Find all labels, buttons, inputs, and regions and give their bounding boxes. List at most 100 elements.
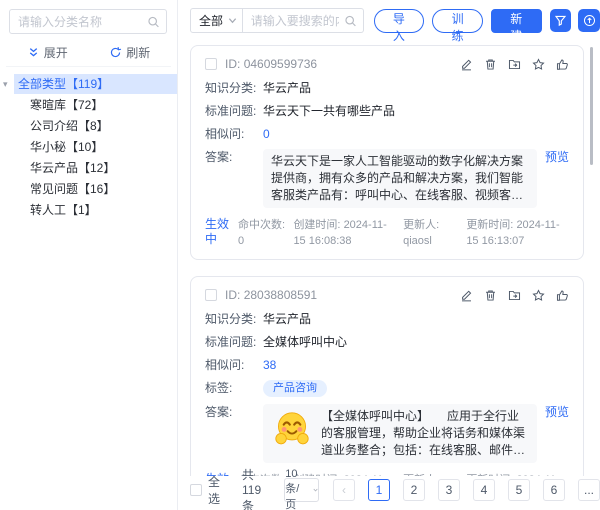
- id-label: ID:: [225, 57, 240, 71]
- hit-count: 命中次数: 0: [238, 217, 286, 249]
- category-value: 华云产品: [263, 80, 311, 96]
- category-sidebar: 展开 刷新 ▾全部类型【119】寒暄库【72】公司介绍【8】华小秘【10】华云产…: [0, 0, 178, 510]
- pagination-bar: 全选 共 119 条 10条/页 ‹123456...: [190, 477, 600, 503]
- answer-box: 华云天下是一家人工智能驱动的数字化解决方案提供商，拥有众多的产品和解决方案，我们…: [263, 149, 537, 208]
- id-label: ID:: [225, 288, 240, 302]
- chevron-down-icon: [228, 16, 237, 25]
- train-button[interactable]: 训练: [432, 9, 483, 33]
- knowledge-card: ID: 28038808591 知识分类:华云产品 标准问题:全媒体呼叫中心 相…: [190, 276, 584, 476]
- thumbs-up-icon[interactable]: [556, 289, 569, 302]
- knowledge-card: ID: 04609599736 知识分类:华云产品 标准问题:华云天下一共有哪些…: [190, 45, 584, 260]
- similar-label: 相似问:: [205, 357, 263, 373]
- main-toolbar: 全部 导入 训练 新建: [190, 8, 600, 33]
- refresh-label: 刷新: [126, 44, 150, 61]
- delete-icon[interactable]: [484, 289, 497, 302]
- prev-page-button[interactable]: ‹: [333, 479, 355, 501]
- thumbs-up-icon[interactable]: [556, 58, 569, 71]
- pager: ‹ 123456...: [333, 479, 600, 501]
- content-search: [243, 8, 364, 33]
- import-button[interactable]: 导入: [374, 9, 425, 33]
- create-button[interactable]: 新建: [491, 9, 542, 33]
- scrollbar-thumb[interactable]: [590, 47, 593, 165]
- answer-box: 【全媒体呼叫中心】 应用于全行业的客服管理，帮助企业将话务和媒体渠道业务整合；包…: [263, 404, 537, 463]
- chevron-down-icon: [313, 486, 318, 494]
- tag-label: 标签:: [205, 380, 263, 397]
- preview-link[interactable]: 预览: [545, 404, 569, 420]
- card-id: 28038808591: [244, 288, 317, 302]
- category-tree: ▾全部类型【119】寒暄库【72】公司介绍【8】华小秘【10】华云产品【12】常…: [0, 67, 177, 220]
- upload-circle-icon: [583, 14, 596, 27]
- updated-time: 更新时间: 2024-11-14 17:37:17: [466, 472, 569, 476]
- hug-emoji: [271, 408, 313, 450]
- sidebar-category-item[interactable]: 寒暄库【72】: [14, 95, 177, 115]
- sidebar-category-item[interactable]: 转人工【1】: [14, 200, 177, 220]
- more-pages-button[interactable]: ...: [578, 479, 600, 501]
- star-icon[interactable]: [532, 289, 545, 302]
- star-icon[interactable]: [532, 58, 545, 71]
- answer-text: 华云天下是一家人工智能驱动的数字化解决方案提供商，拥有众多的产品和解决方案，我们…: [271, 153, 529, 204]
- category-label: 知识分类:: [205, 311, 263, 327]
- knowledge-card-list: ID: 04609599736 知识分类:华云产品 标准问题:华云天下一共有哪些…: [190, 45, 584, 476]
- sidebar-category-item[interactable]: 华小秘【10】: [14, 137, 177, 157]
- sidebar-category-label: 常见问题【16】: [30, 182, 115, 196]
- page-button[interactable]: 6: [543, 479, 565, 501]
- export-button[interactable]: [578, 9, 600, 32]
- updated-by: 更新人: liucm: [403, 472, 459, 476]
- funnel-icon: [554, 14, 567, 27]
- sidebar-category-item[interactable]: 常见问题【16】: [14, 179, 177, 199]
- card-checkbox[interactable]: [205, 289, 217, 301]
- similar-count[interactable]: 0: [263, 126, 270, 142]
- answer-label: 答案:: [205, 149, 263, 165]
- page-size-select[interactable]: 10条/页: [284, 478, 319, 502]
- scope-select-value: 全部: [199, 12, 223, 29]
- page-button[interactable]: 3: [438, 479, 460, 501]
- answer-text: 【全媒体呼叫中心】 应用于全行业的客服管理，帮助企业将话务和媒体渠道业务整合；包…: [321, 408, 529, 459]
- refresh-button[interactable]: 刷新: [109, 44, 150, 61]
- sidebar-category-item[interactable]: 公司介绍【8】: [14, 116, 177, 136]
- sidebar-category-label: 全部类型【119】: [18, 77, 109, 91]
- question-label: 标准问题:: [205, 103, 263, 119]
- status-badge: 生效中: [205, 217, 231, 247]
- select-all-label: 全选: [208, 473, 220, 507]
- page-button[interactable]: 2: [403, 479, 425, 501]
- page-button[interactable]: 1: [368, 479, 390, 501]
- sidebar-category-item[interactable]: ▾全部类型【119】: [14, 74, 177, 94]
- question-value: 全媒体呼叫中心: [263, 334, 347, 350]
- scope-select[interactable]: 全部: [190, 8, 243, 33]
- card-checkbox[interactable]: [205, 58, 217, 70]
- sidebar-category-label: 寒暄库【72】: [30, 98, 103, 112]
- sidebar-category-label: 华小秘【10】: [30, 140, 103, 154]
- sidebar-category-item[interactable]: 华云产品【12】: [14, 158, 177, 178]
- sidebar-category-label: 公司介绍【8】: [30, 119, 109, 133]
- expand-all-button[interactable]: 展开: [27, 44, 68, 61]
- category-search-input[interactable]: [9, 9, 167, 34]
- edit-icon[interactable]: [460, 289, 473, 302]
- tree-caret-icon[interactable]: ▾: [3, 74, 8, 94]
- refresh-icon: [109, 46, 122, 59]
- updated-by: 更新人: qiaosl: [403, 217, 459, 249]
- filter-button[interactable]: [550, 9, 572, 32]
- select-all-checkbox[interactable]: [190, 484, 202, 496]
- answer-label: 答案:: [205, 404, 263, 420]
- page-button[interactable]: 5: [508, 479, 530, 501]
- move-to-folder-icon[interactable]: [508, 289, 521, 302]
- question-value: 华云天下一共有哪些产品: [263, 103, 395, 119]
- card-id: 04609599736: [244, 57, 317, 71]
- expand-all-label: 展开: [44, 44, 68, 61]
- search-icon: [147, 15, 160, 28]
- tag-pill: 产品咨询: [263, 380, 327, 397]
- move-to-folder-icon[interactable]: [508, 58, 521, 71]
- total-count: 共 119 条: [242, 466, 268, 510]
- category-search: [9, 9, 167, 34]
- updated-time: 更新时间: 2024-11-15 16:13:07: [466, 217, 569, 249]
- similar-count[interactable]: 38: [263, 357, 276, 373]
- edit-icon[interactable]: [460, 58, 473, 71]
- preview-link[interactable]: 预览: [545, 149, 569, 165]
- created-time: 创建时间: 2024-11-15 16:08:38: [293, 217, 396, 249]
- question-label: 标准问题:: [205, 334, 263, 350]
- category-label: 知识分类:: [205, 80, 263, 96]
- delete-icon[interactable]: [484, 58, 497, 71]
- similar-label: 相似问:: [205, 126, 263, 142]
- knowledge-main: 全部 导入 训练 新建 ID: 04609599736: [178, 0, 600, 510]
- page-button[interactable]: 4: [473, 479, 495, 501]
